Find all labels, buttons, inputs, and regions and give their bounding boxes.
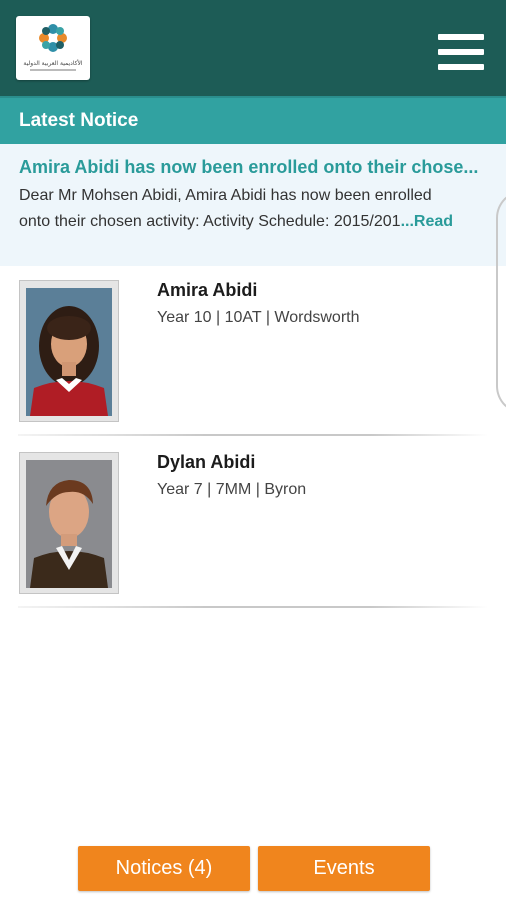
row-divider [18,606,488,608]
app-header: الأكاديمية العربية الدولية [0,0,506,96]
logo-caption: الأكاديمية العربية الدولية [23,59,83,67]
notices-button[interactable]: Notices (4) [78,846,250,891]
student-name: Dylan Abidi [157,452,256,472]
notice-title[interactable]: Amira Abidi has now been enrolled onto t… [19,157,489,178]
notice-body-line2-wrapper: onto their chosen activity: Activity Sch… [19,209,491,235]
latest-notice-header: Latest Notice [0,96,506,144]
hamburger-menu-icon[interactable] [432,28,488,76]
student-card[interactable]: Amira Abidi Year 10 | 10AT | Wordsworth [0,266,506,436]
section-title: Latest Notice [19,110,139,131]
notice-body: Dear Mr Mohsen Abidi, Amira Abidi has no… [19,183,491,235]
student-details: Year 10 | 10AT | Wordsworth [157,309,360,326]
student-photo [19,452,119,594]
events-button[interactable]: Events [258,846,430,891]
student-name: Amira Abidi [157,280,258,300]
student-card[interactable]: Dylan Abidi Year 7 | 7MM | Byron [0,438,506,608]
school-logo: الأكاديمية العربية الدولية [16,16,90,80]
student-details: Year 7 | 7MM | Byron [157,481,307,498]
notice-body-line1: Dear Mr Mohsen Abidi, Amira Abidi has no… [19,187,432,204]
latest-notice-card[interactable]: Amira Abidi has now been enrolled onto t… [0,144,506,266]
row-divider [18,434,488,436]
notice-body-line2: onto their chosen activity: Activity Sch… [19,213,401,230]
read-more-link[interactable]: ...Read [401,213,453,230]
logo-emblem-icon [39,24,67,52]
student-photo [19,280,119,422]
